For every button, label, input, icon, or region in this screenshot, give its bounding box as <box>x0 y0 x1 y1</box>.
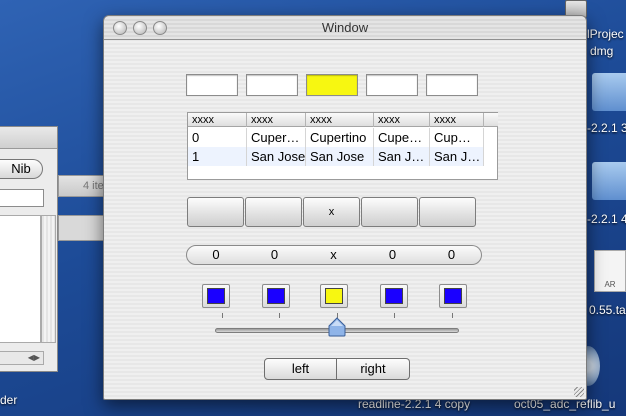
square-button-5[interactable] <box>419 197 476 227</box>
data-table[interactable]: xxxx xxxx xxxx xxxx xxxx 0 Cuper… Cupert… <box>187 112 498 180</box>
text-field-5[interactable] <box>426 74 478 96</box>
segment-1[interactable]: 0 <box>186 245 246 265</box>
column-header[interactable]: xxxx <box>430 113 484 127</box>
desktop-label-tar[interactable]: 0.55.ta <box>589 303 626 317</box>
table-cell: San Jose <box>247 147 306 166</box>
nib-button[interactable]: Nib <box>0 159 43 179</box>
folder-icon[interactable] <box>592 73 626 111</box>
square-button-4[interactable] <box>361 197 418 227</box>
background-text-field[interactable] <box>0 189 44 207</box>
square-button-3[interactable]: x <box>303 197 360 227</box>
table-cell: Cup… <box>430 128 484 147</box>
color-well-3[interactable] <box>320 284 348 308</box>
table-row[interactable]: 1 San Jose San Jose San J… San J… <box>188 147 484 166</box>
segment-5[interactable]: 0 <box>422 245 482 265</box>
table-header: xxxx xxxx xxxx xxxx xxxx <box>188 113 497 127</box>
column-header[interactable]: xxxx <box>247 113 306 127</box>
segment-3[interactable]: x <box>304 245 364 265</box>
desktop-label-readline-4[interactable]: -2.2.1 4 <box>587 212 626 226</box>
background-horizontal-scrollbar[interactable]: ◀▶ <box>0 351 44 365</box>
color-swatch <box>385 288 403 304</box>
text-field-1[interactable] <box>186 74 238 96</box>
table-cell: Cuper… <box>247 128 306 147</box>
desktop-label-project[interactable]: lProjec <box>587 27 624 41</box>
background-status-strip: 4 ite <box>58 175 106 197</box>
folder-icon[interactable] <box>592 162 626 200</box>
color-swatch <box>267 288 285 304</box>
background-window[interactable]: Nib ◀▶ <box>0 126 58 372</box>
color-well-1[interactable] <box>202 284 230 308</box>
left-button[interactable]: left <box>264 358 337 380</box>
slider-tick <box>222 313 223 318</box>
square-button-2[interactable] <box>245 197 302 227</box>
table-cell: 0 <box>188 128 247 147</box>
slider-tick <box>394 313 395 318</box>
color-well-2[interactable] <box>262 284 290 308</box>
table-cell: 1 <box>188 147 247 166</box>
right-button[interactable]: right <box>337 358 410 380</box>
slider-tick <box>452 313 453 318</box>
table-scroll-corner <box>484 113 498 127</box>
column-header[interactable]: xxxx <box>374 113 430 127</box>
background-list[interactable] <box>0 215 41 343</box>
resize-grip-icon[interactable] <box>574 387 584 397</box>
text-field-2[interactable] <box>246 74 298 96</box>
slider-knob[interactable] <box>328 317 346 337</box>
table-cell: San Jose <box>306 147 374 166</box>
table-cell: San J… <box>374 147 430 166</box>
color-well-5[interactable] <box>439 284 467 308</box>
window-titlebar[interactable]: Window <box>104 16 586 40</box>
segment-2[interactable]: 0 <box>245 245 305 265</box>
table-cell: San J… <box>430 147 484 166</box>
main-window[interactable]: Window xxxx xxxx xxxx xxxx xxxx 0 Cuper…… <box>103 15 587 400</box>
color-swatch <box>207 288 225 304</box>
desktop-label-folder[interactable]: der <box>0 393 17 407</box>
text-field-3[interactable] <box>306 74 358 96</box>
archive-file-icon[interactable]: AR <box>594 250 626 292</box>
table-row[interactable]: 0 Cuper… Cupertino Cupe… Cup… <box>188 128 484 147</box>
text-field-4[interactable] <box>366 74 418 96</box>
column-header[interactable]: xxxx <box>188 113 247 127</box>
color-well-4[interactable] <box>380 284 408 308</box>
slider-tick <box>279 313 280 318</box>
background-vertical-scrollbar[interactable] <box>41 215 56 343</box>
background-window-titlebar[interactable] <box>0 127 57 149</box>
color-swatch <box>325 288 343 304</box>
desktop-label-readline-3[interactable]: -2.2.1 3 <box>587 121 626 135</box>
window-title: Window <box>321 20 369 35</box>
color-swatch <box>444 288 462 304</box>
background-panel-strip <box>58 215 106 241</box>
column-header[interactable]: xxxx <box>306 113 374 127</box>
segment-4[interactable]: 0 <box>363 245 423 265</box>
table-cell: Cupe… <box>374 128 430 147</box>
square-button-1[interactable] <box>187 197 244 227</box>
table-cell: Cupertino <box>306 128 374 147</box>
desktop-label-dmg[interactable]: dmg <box>590 44 613 58</box>
